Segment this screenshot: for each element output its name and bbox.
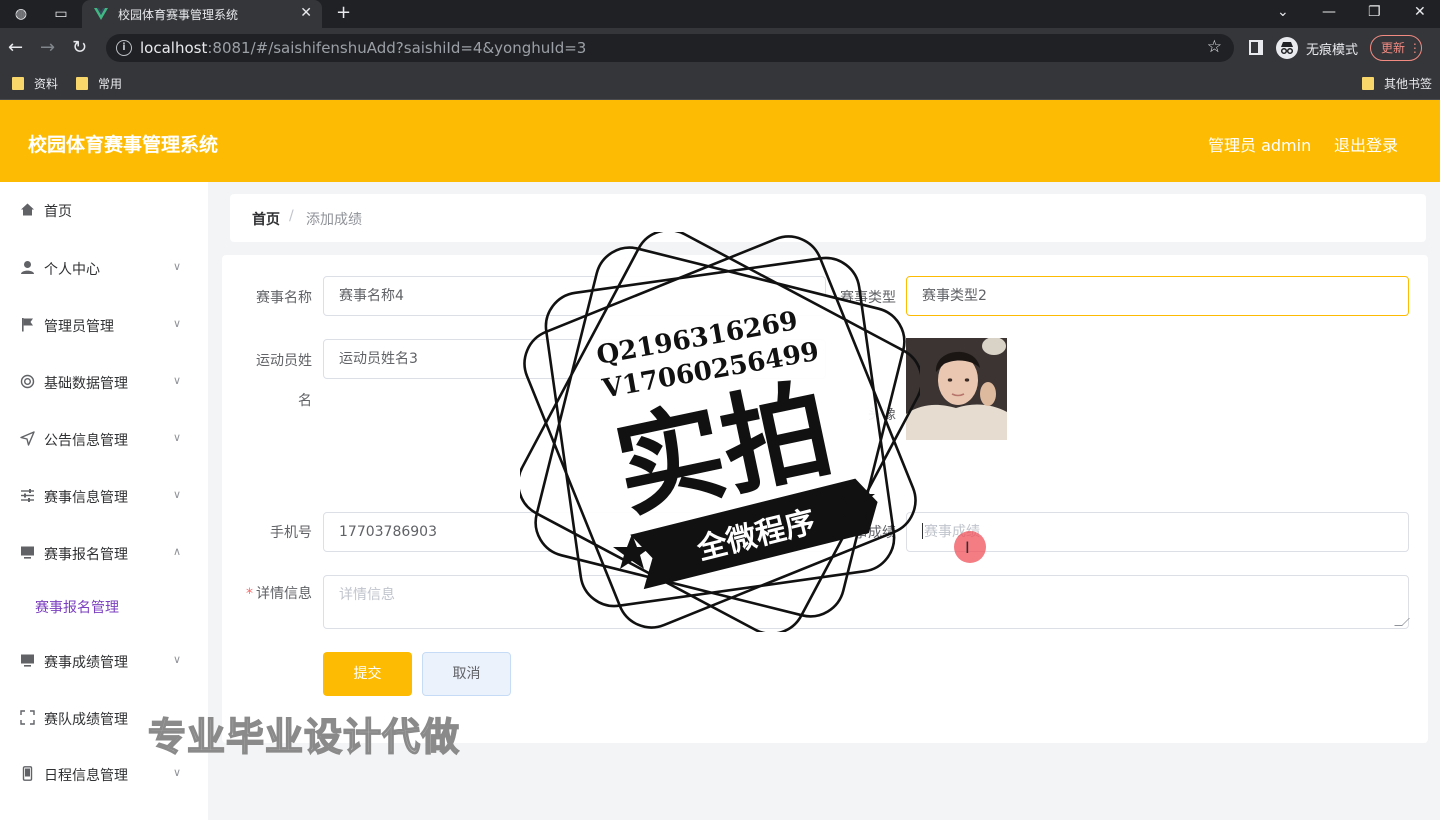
bookmark-star-icon[interactable]: ☆ (1207, 37, 1222, 57)
sidebar-item-home[interactable]: 首页 (0, 190, 208, 230)
monitor-icon (20, 545, 35, 560)
resize-handle[interactable] (1394, 618, 1410, 626)
sidebar-item-basic-data[interactable]: 基础数据管理 ∨ (0, 362, 208, 402)
user-icon (20, 260, 35, 275)
sidebar-item-label: 日程信息管理 (44, 768, 128, 784)
chevron-down-icon: ∨ (173, 374, 182, 387)
folder-icon (12, 77, 24, 90)
sidebar-subitem-registration[interactable]: 赛事报名管理 (35, 597, 119, 617)
app-title: 校园体育赛事管理系统 (28, 134, 219, 156)
bookmarks-bar: 资料 常用 其他书签 (0, 68, 1440, 100)
folder-icon (1362, 77, 1374, 90)
mouse-click-indicator (954, 531, 986, 563)
browser-tab-active[interactable]: 校园体育赛事管理系统 ✕ (82, 0, 322, 28)
app-header: 校园体育赛事管理系统 管理员 admin 退出登录 (0, 100, 1440, 182)
athlete-name-label-line2: 名 (298, 393, 312, 409)
chevron-down-icon: ∨ (173, 260, 182, 273)
window-close-icon[interactable]: ✕ (1414, 4, 1426, 20)
home-icon (20, 202, 35, 217)
sidebar-item-announcements[interactable]: 公告信息管理 ∨ (0, 419, 208, 459)
send-icon (20, 431, 35, 446)
sidebar-item-label: 基础数据管理 (44, 376, 128, 392)
update-button[interactable]: 更新 ⋮ (1370, 35, 1422, 61)
minimize-icon[interactable]: — (1322, 4, 1336, 20)
sidebar-item-label: 首页 (44, 204, 72, 220)
text-cursor-icon: I (965, 538, 970, 557)
info-icon[interactable]: i (116, 40, 132, 56)
detail-label: * 详情信息 (246, 586, 312, 602)
restore-icon[interactable]: ❐ (1368, 4, 1381, 20)
sidebar-item-label: 赛队成绩管理 (44, 712, 128, 728)
athlete-avatar-image[interactable] (906, 338, 1007, 440)
sidebar-item-match-info[interactable]: 赛事信息管理 ∨ (0, 476, 208, 516)
match-name-label: 赛事名称 (256, 290, 312, 306)
monitor-icon (20, 653, 35, 668)
chevron-down-icon: ∨ (173, 317, 182, 330)
other-bookmarks[interactable]: 其他书签 (1362, 75, 1432, 92)
chevron-down-icon: ∨ (173, 488, 182, 501)
fullscreen-icon (20, 710, 35, 725)
breadcrumb-separator: / (289, 208, 294, 224)
watermark-stamp: Q2196316269 V17060256499 实拍 全微程序 (520, 232, 920, 632)
text-caret (922, 523, 923, 539)
logout-link[interactable]: 退出登录 (1334, 132, 1398, 156)
chevron-down-icon: ∨ (173, 431, 182, 444)
tab-search-icon[interactable]: ⌄ (1277, 4, 1289, 20)
browser-tab-title: 校园体育赛事管理系统 (118, 8, 239, 22)
submit-button[interactable]: 提交 (323, 652, 412, 696)
sidebar-item-label: 管理员管理 (44, 319, 114, 335)
breadcrumb-current: 添加成绩 (306, 212, 362, 228)
browser-tab-bar: ◍ ▭ 校园体育赛事管理系统 ✕ + ⌄ — ❐ ✕ (0, 0, 1440, 28)
incognito-icon[interactable] (1276, 37, 1298, 59)
current-user-label: 管理员 admin (1208, 136, 1312, 155)
sidebar-item-personal-center[interactable]: 个人中心 ∨ (0, 248, 208, 288)
vue-logo-icon (94, 8, 108, 20)
bookmark-folder[interactable]: 常用 (76, 75, 122, 92)
mobile-icon (20, 766, 35, 781)
phone-label: 手机号 (270, 525, 312, 541)
cancel-button[interactable]: 取消 (422, 652, 511, 696)
tab-close-icon[interactable]: ✕ (300, 5, 312, 21)
tab-overview-icon[interactable]: ▭ (52, 5, 70, 23)
address-bar[interactable]: i localhost:8081/#/saishifenshuAdd?saish… (106, 34, 1234, 62)
sidebar-item-label: 个人中心 (44, 262, 100, 278)
reload-icon[interactable]: ↻ (72, 37, 87, 58)
back-icon[interactable]: ← (8, 37, 23, 58)
athlete-name-label-line1: 运动员姓 (256, 353, 312, 369)
sidebar-item-label: 公告信息管理 (44, 433, 128, 449)
incognito-label[interactable]: 无痕模式 (1306, 39, 1358, 58)
required-mark: * (246, 586, 253, 602)
sliders-icon (20, 488, 35, 503)
sidebar-item-match-registration[interactable]: 赛事报名管理 ∧ (0, 533, 208, 573)
url-text: localhost:8081/#/saishifenshuAdd?saishiI… (140, 39, 587, 57)
watermark-caption: 专业毕业设计代做 (147, 714, 461, 760)
new-tab-icon[interactable]: + (336, 2, 351, 23)
forward-icon[interactable]: → (40, 37, 55, 58)
chevron-up-icon: ∧ (173, 545, 182, 558)
sidebar-item-admin-management[interactable]: 管理员管理 ∨ (0, 305, 208, 345)
breadcrumb-home[interactable]: 首页 (252, 209, 280, 229)
flag-icon (20, 317, 35, 332)
folder-icon (76, 77, 88, 90)
bookmark-folder[interactable]: 资料 (12, 75, 58, 92)
settings-icon (20, 374, 35, 389)
sidebar-item-label: 赛事信息管理 (44, 490, 128, 506)
browser-toolbar: ← → ↻ i localhost:8081/#/saishifenshuAdd… (0, 28, 1440, 68)
sidebar-item-label: 赛事报名管理 (44, 547, 128, 563)
chevron-down-icon: ∨ (173, 653, 182, 666)
globe-icon[interactable]: ◍ (12, 5, 30, 23)
chevron-down-icon: ∨ (173, 766, 182, 779)
sidebar-item-match-scores[interactable]: 赛事成绩管理 ∨ (0, 641, 208, 681)
sidebar-item-label: 赛事成绩管理 (44, 655, 128, 671)
side-panel-icon[interactable] (1249, 40, 1263, 55)
match-type-input[interactable]: 赛事类型2 (906, 276, 1409, 316)
